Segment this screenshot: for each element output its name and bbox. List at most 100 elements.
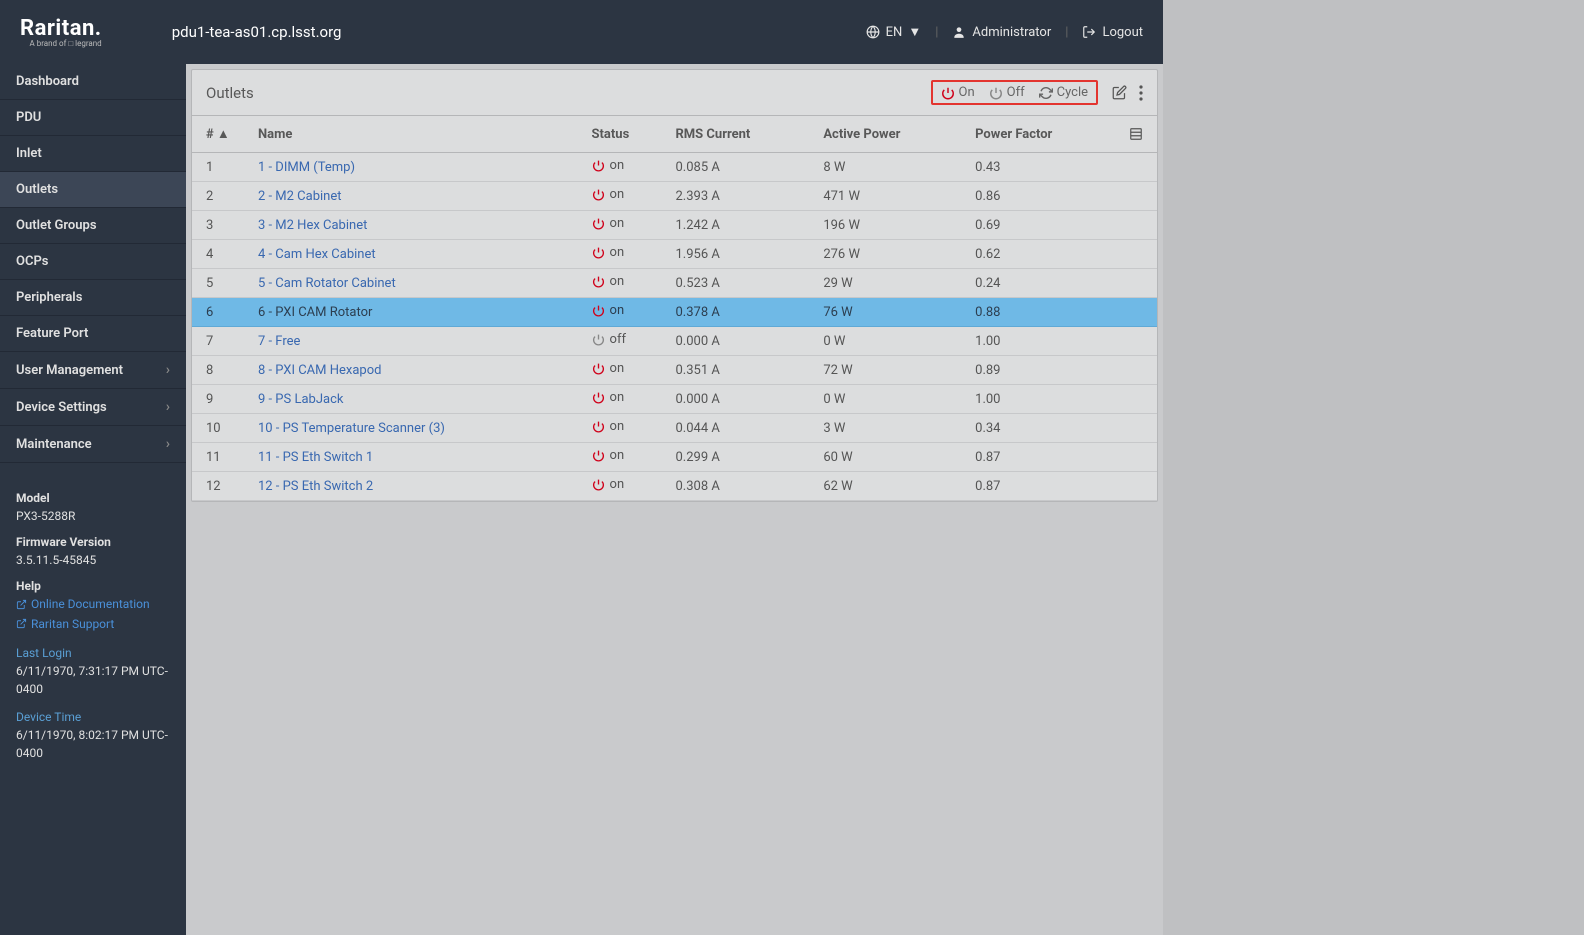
table-row[interactable]: 1010 - PS Temperature Scanner (3)on0.044…: [192, 414, 1157, 443]
sidebar-item-feature-port[interactable]: Feature Port: [0, 316, 186, 352]
more-menu-button[interactable]: [1139, 85, 1143, 101]
table-row[interactable]: 55 - Cam Rotator Cabineton0.523 A29 W0.2…: [192, 269, 1157, 298]
outlet-power-factor: 0.89: [967, 356, 1121, 385]
outlet-name-link[interactable]: 5 - Cam Rotator Cabinet: [258, 276, 396, 291]
table-row[interactable]: 9 9 - PS LabJack on 0.000 A0 W1.00: [192, 385, 1157, 414]
outlet-number: 9: [192, 385, 250, 414]
outlet-name-link[interactable]: 8 - PXI CAM Hexapod: [258, 363, 382, 378]
sidebar-item-outlet-groups[interactable]: Outlet Groups: [0, 208, 186, 244]
outlet-active-power: 0 W: [815, 385, 967, 414]
outlet-name-link[interactable]: 11 - PS Eth Switch 1: [258, 450, 373, 465]
sidebar-item-dashboard[interactable]: Dashboard: [0, 64, 186, 100]
language-label: EN: [886, 25, 903, 40]
table-row[interactable]: 77 - Freeoff0.000 A0 W1.00: [192, 327, 1157, 356]
user-icon: [952, 25, 966, 39]
sidebar-item-label: Device Settings: [16, 400, 107, 415]
outlet-name-link[interactable]: 9 - PS LabJack: [258, 392, 344, 407]
outlet-rms: 0.000 A: [667, 385, 815, 414]
outlet-name-link[interactable]: 4 - Cam Hex Cabinet: [258, 247, 376, 262]
table-row[interactable]: 1212 - PS Eth Switch 2on0.308 A62 W0.87: [192, 472, 1157, 501]
outlet-name-link[interactable]: 3 - M2 Hex Cabinet: [258, 218, 367, 233]
sidebar-item-user-management[interactable]: User Management›: [0, 352, 186, 389]
language-selector[interactable]: EN ▼: [866, 24, 922, 40]
outlet-power-factor: 0.34: [967, 414, 1121, 443]
sidebar-item-inlet[interactable]: Inlet: [0, 136, 186, 172]
sidebar-item-maintenance[interactable]: Maintenance›: [0, 426, 186, 463]
table-row[interactable]: 1111 - PS Eth Switch 1on0.299 A60 W0.87: [192, 443, 1157, 472]
outlet-name-link[interactable]: 10 - PS Temperature Scanner (3): [258, 421, 445, 436]
online-documentation-link[interactable]: Online Documentation: [16, 595, 150, 613]
outlet-power-factor: 1.00: [967, 327, 1121, 356]
col-header-active-power[interactable]: Active Power: [815, 116, 967, 153]
col-header-columns[interactable]: [1121, 116, 1157, 153]
sidebar-item-ocps[interactable]: OCPs: [0, 244, 186, 280]
main-content: Outlets On Off Cycle: [186, 64, 1163, 935]
last-login-label: Last Login: [16, 644, 170, 662]
outlet-name-link[interactable]: 1 - DIMM (Temp): [258, 160, 355, 175]
power-on-button[interactable]: On: [941, 85, 975, 100]
outlet-status: on: [592, 274, 625, 289]
outlets-table: # ▲ Name Status RMS Current Active Power…: [192, 116, 1157, 501]
col-header-number[interactable]: # ▲: [192, 116, 250, 153]
table-row[interactable]: 33 - M2 Hex Cabineton1.242 A196 W0.69: [192, 211, 1157, 240]
outlet-active-power: 3 W: [815, 414, 967, 443]
outlet-number: 12: [192, 472, 250, 501]
outlet-status: on: [592, 390, 625, 405]
table-row[interactable]: 11 - DIMM (Temp)on0.085 A8 W0.43: [192, 153, 1157, 182]
col-header-power-factor[interactable]: Power Factor: [967, 116, 1121, 153]
power-icon: [592, 304, 605, 317]
sidebar-item-device-settings[interactable]: Device Settings ›: [0, 389, 186, 426]
outlet-name-link[interactable]: 2 - M2 Cabinet: [258, 189, 342, 204]
outlet-status: on: [592, 158, 625, 173]
table-row[interactable]: 44 - Cam Hex Cabineton1.956 A276 W0.62: [192, 240, 1157, 269]
power-icon: [592, 333, 605, 346]
sidebar-item-outlets[interactable]: Outlets: [0, 172, 186, 208]
outlet-name-link[interactable]: 6 - PXI CAM Rotator: [258, 305, 372, 320]
outlet-number: 10: [192, 414, 250, 443]
outlet-active-power: 76 W: [815, 298, 967, 327]
table-row[interactable]: 22 - M2 Cabineton2.393 A471 W0.86: [192, 182, 1157, 211]
sidebar-item-label: OCPs: [16, 254, 49, 269]
power-cycle-button[interactable]: Cycle: [1039, 85, 1088, 100]
power-off-button[interactable]: Off: [989, 85, 1025, 100]
sidebar-item-pdu[interactable]: PDU: [0, 100, 186, 136]
help-label: Help: [16, 577, 170, 595]
outlet-status: on: [592, 303, 625, 318]
sidebar-item-peripherals[interactable]: Peripherals: [0, 280, 186, 316]
cycle-icon: [1039, 86, 1053, 100]
col-header-rms[interactable]: RMS Current: [667, 116, 815, 153]
outlet-rms: 2.393 A: [667, 182, 815, 211]
chevron-right-icon: ›: [166, 399, 170, 415]
raritan-support-link[interactable]: Raritan Support: [16, 615, 114, 633]
outlet-power-factor: 1.00: [967, 385, 1121, 414]
outlet-power-factor: 0.62: [967, 240, 1121, 269]
power-icon: [592, 449, 605, 462]
device-time-label: Device Time: [16, 708, 170, 726]
outlet-power-factor: 0.24: [967, 269, 1121, 298]
outlet-active-power: 72 W: [815, 356, 967, 385]
table-row[interactable]: 66 - PXI CAM Rotatoron0.378 A76 W0.88: [192, 298, 1157, 327]
col-header-status[interactable]: Status: [584, 116, 668, 153]
power-icon: [592, 391, 605, 404]
outlet-active-power: 60 W: [815, 443, 967, 472]
outlet-name-link[interactable]: 12 - PS Eth Switch 2: [258, 479, 373, 494]
sidebar: Dashboard PDUInletOutletsOutlet Groups OCP…: [0, 64, 186, 935]
outlet-rms: 0.523 A: [667, 269, 815, 298]
outlet-rms: 0.351 A: [667, 356, 815, 385]
sidebar-item-label: Dashboard: [16, 74, 79, 89]
logout-label: Logout: [1102, 25, 1143, 40]
outlet-name-link[interactable]: 7 - Free: [258, 334, 300, 349]
table-row[interactable]: 8 8 - PXI CAM Hexapod on 0.351 A72 W0.89: [192, 356, 1157, 385]
outlet-rms: 1.242 A: [667, 211, 815, 240]
outlet-number: 8: [192, 356, 250, 385]
logout-button[interactable]: Logout: [1082, 25, 1143, 40]
outlet-status: on: [592, 361, 625, 376]
user-menu[interactable]: Administrator: [952, 25, 1051, 40]
power-action-group: On Off Cycle: [931, 80, 1099, 105]
outlet-active-power: 276 W: [815, 240, 967, 269]
power-icon: [592, 420, 605, 433]
outlet-power-factor: 0.88: [967, 298, 1121, 327]
col-header-name[interactable]: Name: [250, 116, 584, 153]
outlet-rms: 0.085 A: [667, 153, 815, 182]
edit-button[interactable]: [1112, 85, 1127, 100]
